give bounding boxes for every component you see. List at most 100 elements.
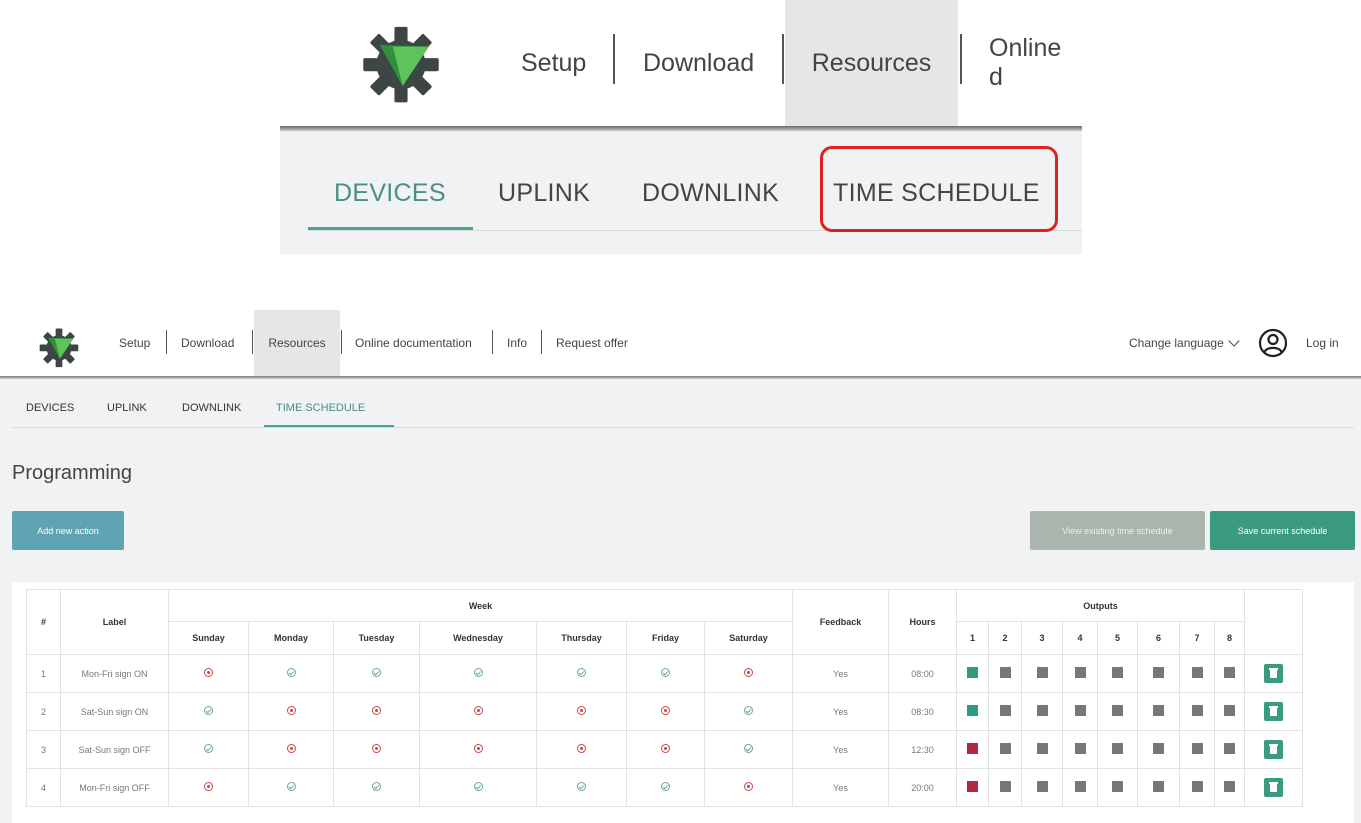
trash-icon[interactable] (1264, 664, 1283, 683)
output-toggle[interactable] (1224, 667, 1235, 678)
output-toggle[interactable] (967, 667, 978, 678)
output-toggle[interactable] (1112, 667, 1123, 678)
gear-logo-icon[interactable] (38, 326, 80, 368)
nav-info[interactable]: Info (507, 310, 527, 376)
x-circle-icon[interactable] (473, 706, 483, 715)
check-circle-icon[interactable] (744, 706, 753, 715)
day-cell-tuesday (333, 692, 420, 731)
tab-uplink[interactable]: UPLINK (107, 402, 147, 414)
output-toggle[interactable] (967, 743, 978, 754)
output-toggle[interactable] (1224, 743, 1235, 754)
output-toggle[interactable] (1153, 667, 1164, 678)
nav-resources[interactable]: Resources (254, 310, 340, 376)
view-existing-schedule-button[interactable]: View existing time schedule (1030, 511, 1205, 550)
check-circle-icon[interactable] (204, 706, 213, 715)
output-toggle[interactable] (1112, 781, 1123, 792)
user-circle-icon[interactable] (1258, 328, 1288, 358)
output-toggle[interactable] (967, 781, 978, 792)
tab-devices[interactable]: DEVICES (26, 402, 74, 414)
output-toggle[interactable] (1224, 781, 1235, 792)
check-circle-icon[interactable] (744, 744, 753, 753)
zoom-tab-uplink[interactable]: UPLINK (498, 179, 590, 208)
output-toggle[interactable] (1191, 667, 1203, 678)
output-toggle[interactable] (999, 781, 1011, 792)
zoom-nav-setup[interactable]: Setup (521, 0, 586, 126)
output-toggle[interactable] (1074, 743, 1086, 754)
trash-icon[interactable] (1264, 702, 1283, 721)
x-circle-icon[interactable] (204, 782, 213, 791)
zoom-tab-downlink[interactable]: DOWNLINK (642, 179, 779, 208)
login-link[interactable]: Log in (1306, 336, 1339, 350)
output-toggle[interactable] (1191, 781, 1203, 792)
tab-time-schedule[interactable]: TIME SCHEDULE (276, 402, 365, 414)
check-circle-icon[interactable] (372, 668, 381, 677)
day-header-wednesday: Wednesday (419, 621, 537, 655)
x-circle-icon[interactable] (286, 744, 296, 753)
trash-icon[interactable] (1264, 778, 1283, 797)
x-circle-icon[interactable] (372, 706, 381, 715)
nav-download[interactable]: Download (181, 310, 234, 376)
gear-logo-icon (363, 26, 439, 103)
check-circle-icon[interactable] (473, 782, 483, 791)
output-toggle[interactable] (967, 705, 978, 716)
x-circle-icon[interactable] (473, 744, 483, 753)
zoom-nav-download[interactable]: Download (643, 0, 754, 126)
day-cell-wednesday (419, 768, 537, 807)
output-toggle[interactable] (1112, 743, 1123, 754)
check-circle-icon[interactable] (286, 782, 296, 791)
x-circle-icon[interactable] (744, 668, 753, 677)
check-circle-icon[interactable] (473, 668, 483, 677)
output-toggle[interactable] (1036, 781, 1048, 792)
x-circle-icon[interactable] (204, 668, 213, 677)
actions-header (1244, 589, 1303, 655)
output-toggle[interactable] (999, 705, 1011, 716)
row-actions (1244, 692, 1303, 731)
output-toggle[interactable] (1036, 743, 1048, 754)
output-toggle[interactable] (1153, 743, 1164, 754)
output-cell-2 (988, 730, 1022, 769)
output-toggle[interactable] (1153, 781, 1164, 792)
nav-online-documentation[interactable]: Online documentation (355, 310, 472, 376)
zoom-nav-resources[interactable]: Resources (785, 0, 958, 126)
output-header-7: 7 (1179, 621, 1215, 655)
output-toggle[interactable] (1112, 705, 1123, 716)
change-language-dropdown[interactable]: Change language (1129, 335, 1240, 350)
save-schedule-button[interactable]: Save current schedule (1210, 511, 1355, 550)
output-toggle[interactable] (1074, 705, 1086, 716)
x-circle-icon[interactable] (661, 706, 670, 715)
check-circle-icon[interactable] (204, 744, 213, 753)
x-circle-icon[interactable] (744, 782, 753, 791)
day-cell-thursday (536, 692, 627, 731)
check-circle-icon[interactable] (577, 668, 586, 677)
add-new-action-button[interactable]: Add new action (12, 511, 124, 550)
output-cell-8 (1214, 730, 1245, 769)
x-circle-icon[interactable] (372, 744, 381, 753)
check-circle-icon[interactable] (661, 782, 670, 791)
output-toggle[interactable] (1153, 705, 1164, 716)
tab-downlink[interactable]: DOWNLINK (182, 402, 241, 414)
zoom-tab-devices[interactable]: DEVICES (334, 179, 446, 208)
output-toggle[interactable] (1074, 781, 1086, 792)
output-toggle[interactable] (1036, 705, 1048, 716)
x-circle-icon[interactable] (661, 744, 670, 753)
x-circle-icon[interactable] (577, 744, 586, 753)
nav-setup[interactable]: Setup (119, 310, 150, 376)
output-toggle[interactable] (1036, 667, 1048, 678)
output-toggle[interactable] (1191, 743, 1203, 754)
output-toggle[interactable] (999, 743, 1011, 754)
nav-request-offer[interactable]: Request offer (556, 310, 628, 376)
check-circle-icon[interactable] (661, 668, 670, 677)
check-circle-icon[interactable] (577, 782, 586, 791)
output-toggle[interactable] (999, 667, 1011, 678)
output-toggle[interactable] (1074, 667, 1086, 678)
chevron-down-icon (1228, 335, 1240, 347)
row-label: Mon-Fri sign ON (60, 654, 169, 693)
x-circle-icon[interactable] (577, 706, 586, 715)
check-circle-icon[interactable] (286, 668, 296, 677)
zoom-nav-online-doc[interactable]: Online d (989, 0, 1082, 126)
trash-icon[interactable] (1264, 740, 1283, 759)
output-toggle[interactable] (1224, 705, 1235, 716)
x-circle-icon[interactable] (286, 706, 296, 715)
output-toggle[interactable] (1191, 705, 1203, 716)
check-circle-icon[interactable] (372, 782, 381, 791)
